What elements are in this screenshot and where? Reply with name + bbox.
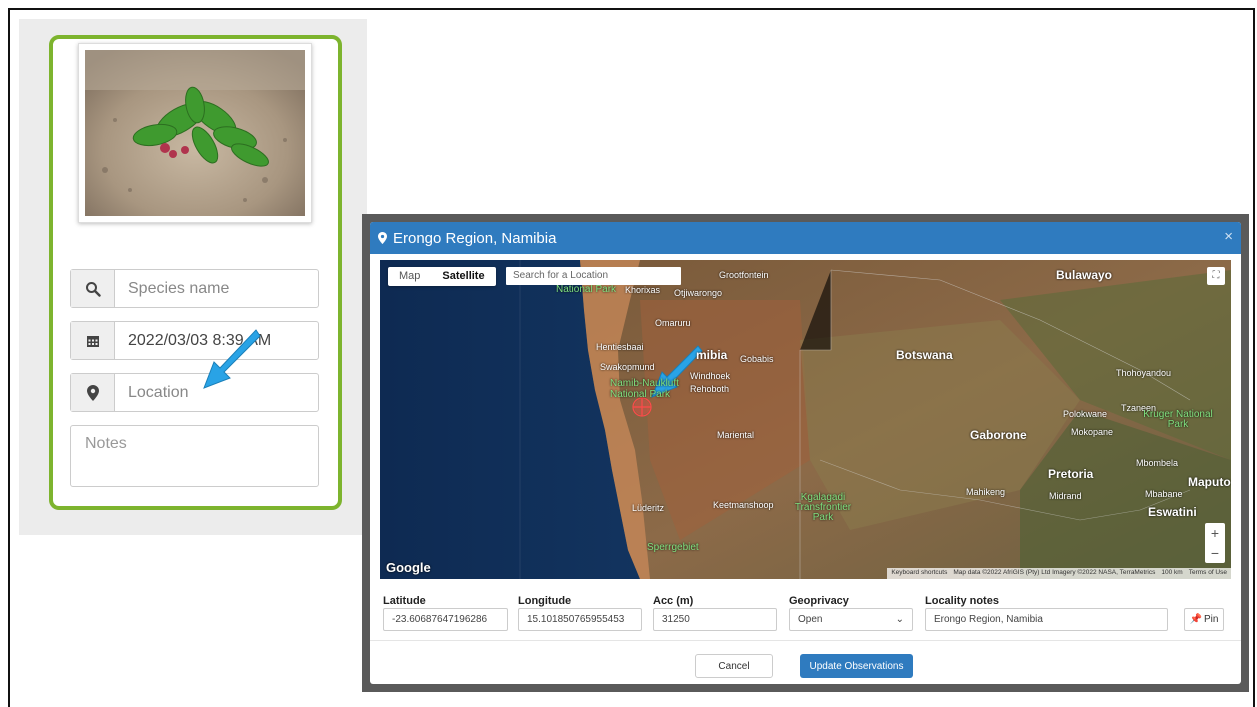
map-data-text: Map data ©2022 AfriGIS (Pty) Ltd Imagery…: [953, 569, 1156, 576]
datetime-field[interactable]: 2022/03/03 8:39 AM: [70, 321, 319, 360]
longitude-label: Longitude: [518, 595, 572, 607]
map-label: Mahikeng: [966, 487, 1006, 497]
map-label: Mbombela: [1136, 458, 1179, 468]
locality-notes-label: Locality notes: [925, 595, 999, 607]
map-label: Kruger National Park: [1143, 409, 1213, 430]
plant-photo: [85, 50, 305, 216]
geoprivacy-select[interactable]: Open ⌄: [789, 608, 913, 631]
map-label: Mokopane: [1071, 427, 1114, 437]
map-label: Keetmanshoop: [713, 500, 774, 510]
map-label: Bulawayo: [1056, 268, 1113, 282]
satellite-map[interactable]: Grootfontein National Park Khorixas Otji…: [380, 260, 1231, 579]
latitude-label: Latitude: [383, 595, 426, 607]
map-label: Botswana: [896, 348, 953, 362]
location-modal: Erongo Region, Namibia × Grootfontein Na…: [362, 214, 1249, 692]
map-label: Maputo: [1188, 475, 1231, 489]
geoprivacy-value: Open: [798, 614, 823, 625]
map-label: Lüderitz: [632, 503, 665, 513]
map-label: Polokwane: [1063, 409, 1108, 419]
accuracy-input[interactable]: 31250: [653, 608, 777, 631]
google-logo: Google: [386, 560, 431, 575]
map-marker-icon: [71, 374, 115, 411]
pin-button[interactable]: 📌 Pin: [1184, 608, 1224, 631]
close-icon[interactable]: ×: [1224, 228, 1233, 245]
update-observations-button[interactable]: Update Observations: [800, 654, 913, 678]
locality-notes-input[interactable]: Erongo Region, Namibia: [925, 608, 1168, 631]
zoom-control: + −: [1205, 523, 1225, 563]
map-label: National Park: [556, 284, 617, 295]
map-label: Midrand: [1049, 491, 1082, 501]
map-label: Pretoria: [1048, 467, 1094, 481]
map-label: Sperrgebiet: [647, 542, 699, 553]
scale-bar: 100 km: [1161, 569, 1183, 576]
map-label: Gaborone: [970, 428, 1027, 442]
geoprivacy-label: Geoprivacy: [789, 595, 849, 607]
map-type-satellite-button[interactable]: Satellite: [431, 267, 495, 286]
map-label: mibia: [696, 348, 728, 362]
chevron-down-icon: ⌄: [895, 614, 904, 625]
map-type-map-button[interactable]: Map: [388, 267, 431, 286]
map-label: Gobabis: [740, 354, 774, 364]
pin-label: Pin: [1204, 614, 1219, 625]
pushpin-icon: 📌: [1189, 614, 1202, 625]
map-label: Kgalagadi Transfrontier Park: [794, 492, 852, 523]
callout-arrow-icon: [203, 329, 261, 389]
zoom-out-button[interactable]: −: [1205, 543, 1225, 563]
map-label: Grootfontein: [719, 270, 769, 280]
map-marker-icon: [378, 232, 387, 244]
map-label: Eswatini: [1148, 505, 1197, 519]
species-name-field[interactable]: Species name: [70, 269, 319, 308]
map-label: Namib-Naukluft National Park: [610, 378, 679, 400]
map-label: Omaruru: [655, 318, 691, 328]
keyboard-shortcuts-link[interactable]: Keyboard shortcuts: [891, 569, 947, 578]
terms-link[interactable]: Terms of Use: [1189, 569, 1227, 578]
map-search-input[interactable]: Search for a Location: [506, 267, 681, 285]
fullscreen-icon[interactable]: ⛶: [1207, 267, 1225, 285]
acc-label: Acc (m): [653, 595, 694, 607]
map-attribution: Keyboard shortcuts Map data ©2022 AfriGI…: [887, 568, 1231, 579]
map-label: Swakopmund: [600, 362, 655, 372]
longitude-input[interactable]: 15.101850765955453: [518, 608, 642, 631]
map-label: Windhoek: [690, 371, 731, 381]
map-type-toggle: Map Satellite: [388, 267, 496, 286]
map-label: Khorixas: [625, 285, 661, 295]
modal-dialog: Erongo Region, Namibia × Grootfontein Na…: [370, 222, 1241, 684]
calendar-icon: [71, 322, 115, 359]
notes-textarea[interactable]: Notes: [70, 425, 319, 487]
modal-title: Erongo Region, Namibia: [393, 229, 557, 247]
observation-photo[interactable]: [78, 43, 312, 223]
map-label: Rehoboth: [690, 384, 730, 394]
species-name-input[interactable]: Species name: [115, 270, 318, 307]
location-field[interactable]: Location: [70, 373, 319, 412]
modal-header: Erongo Region, Namibia ×: [370, 222, 1241, 254]
latitude-input[interactable]: -23.60687647196286: [383, 608, 508, 631]
zoom-in-button[interactable]: +: [1205, 523, 1225, 543]
map-label: Hentiesbaai: [596, 342, 644, 352]
map-label: Otjiwarongo: [674, 288, 723, 298]
map-label: Mariental: [717, 430, 755, 440]
cancel-button[interactable]: Cancel: [695, 654, 773, 678]
search-icon: [71, 270, 115, 307]
map-label: Thohoyandou: [1116, 368, 1172, 378]
footer-divider: [370, 640, 1241, 641]
map-label: Mbabane: [1145, 489, 1183, 499]
